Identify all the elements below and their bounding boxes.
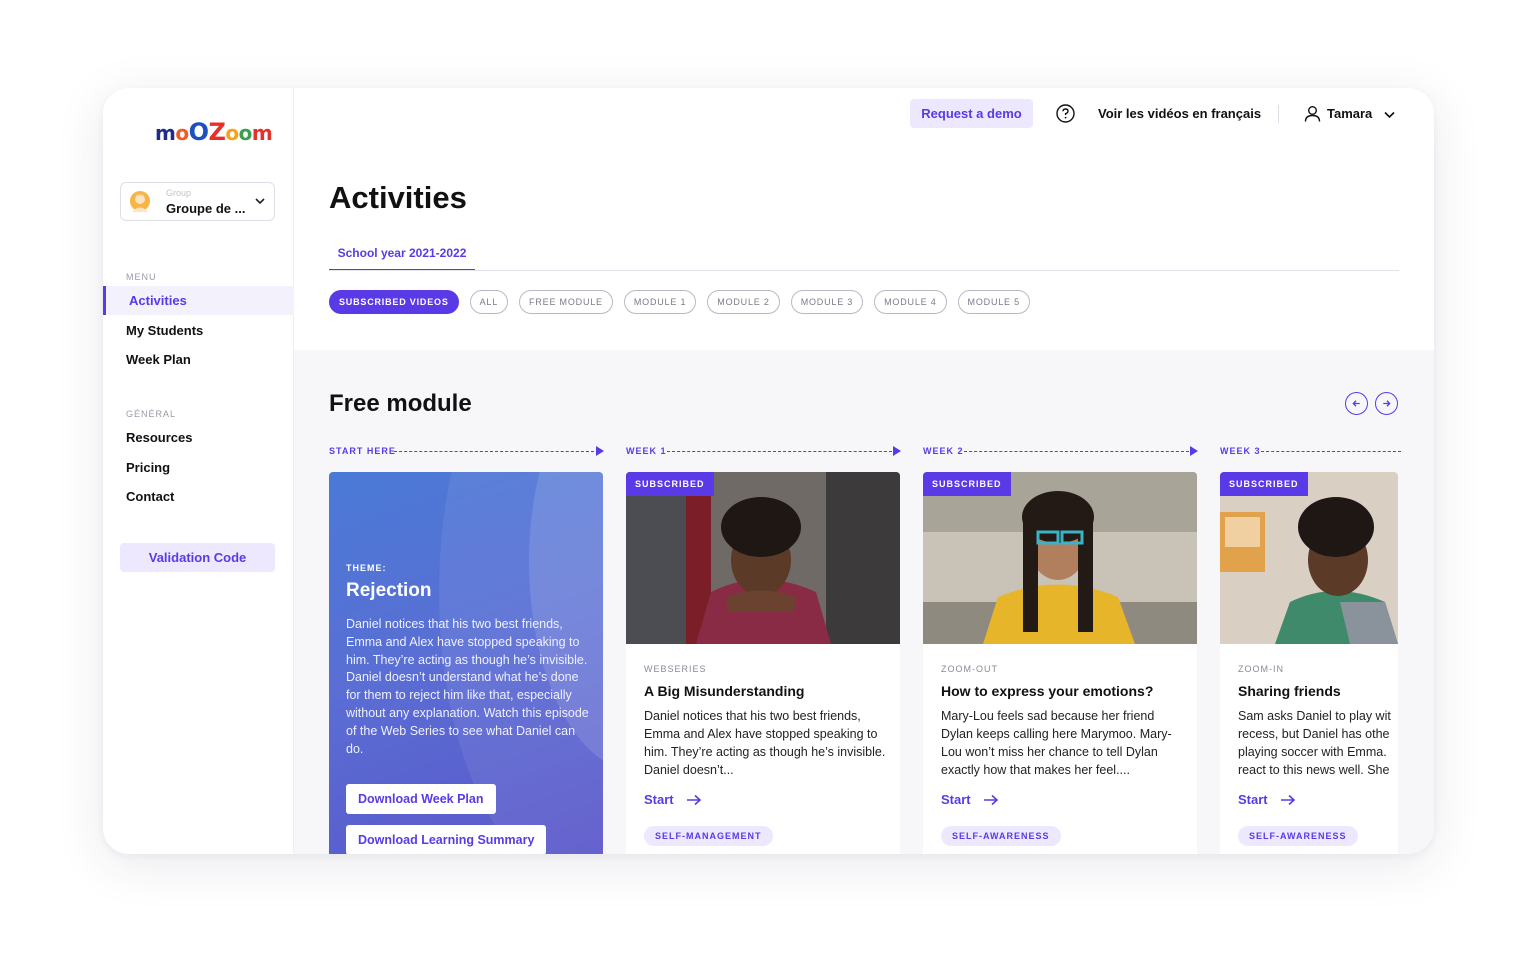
group-selector[interactable]: Group Groupe de ... [120,182,275,221]
week-label-1: WEEK 1 [626,446,667,456]
filter-module-5[interactable]: MODULE 5 [957,290,1030,314]
video-type: ZOOM-IN [1238,664,1284,674]
sidebar-item-my-students[interactable]: My Students [103,316,294,345]
video-description: Sam asks Daniel to play wit recess, but … [1238,709,1391,777]
timeline-arrow-icon [596,446,604,456]
help-icon[interactable] [1056,104,1075,123]
timeline-arrow-icon [893,446,901,456]
video-title[interactable]: A Big Misunderstanding [644,683,804,699]
video-title[interactable]: Sharing friends [1238,683,1341,699]
filter-all[interactable]: ALL [469,290,509,314]
subscribed-badge: SUBSCRIBED [923,472,1011,496]
video-type: WEBSERIES [644,664,707,674]
request-demo-button[interactable]: Request a demo [910,99,1033,128]
subscribed-badge: SUBSCRIBED [1220,472,1308,496]
timeline-dash [1261,451,1401,452]
general-section-label: GÉNÉRAL [126,409,177,419]
start-link[interactable]: Start [1238,792,1268,807]
group-field-label: Group [166,188,192,198]
video-thumbnail[interactable] [1220,472,1398,644]
sidebar-item-resources[interactable]: Resources [103,423,294,452]
skill-tag: SELF-AWARENESS [1238,826,1358,846]
week-label-start: START HERE [329,446,396,456]
chevron-down-icon [255,198,265,205]
filter-free-module[interactable]: FREE MODULE [519,290,613,314]
timeline-dash [964,451,1189,452]
arrow-right-icon[interactable] [983,794,999,806]
video-card[interactable]: SUBSCRIBED ZOOM-OUT How to express your … [923,472,1197,854]
video-card[interactable]: SUBSCRIBED WEBSERIES A Big Misunderstand… [626,472,900,854]
user-icon[interactable] [1304,105,1321,122]
sidebar-item-week-plan[interactable]: Week Plan [103,345,294,374]
video-description: Daniel notices that his two best friends… [644,709,886,777]
group-avatar-icon [130,191,150,212]
sidebar-item-activities[interactable]: Activities [103,286,294,315]
filter-module-4[interactable]: MODULE 4 [874,290,947,314]
page-title: Activities [329,180,467,215]
topbar-divider [1278,105,1279,123]
tab-school-year[interactable]: School year 2021-2022 [329,241,475,271]
group-name: Groupe de ... [166,201,246,216]
filter-module-3[interactable]: MODULE 3 [790,290,864,314]
sidebar: moOZoom Group Groupe de ... MENU Activit… [103,88,294,854]
module-title: Free module [329,390,472,417]
skill-tag: SELF-AWARENESS [941,826,1061,846]
skill-tag: SELF-MANAGEMENT [644,826,773,846]
filter-module-2[interactable]: MODULE 2 [707,290,780,314]
theme-intro-card: THEME: Rejection Daniel notices that his… [329,472,603,854]
video-description: Mary-Lou feels sad because her friend Dy… [941,709,1172,777]
video-title[interactable]: How to express your emotions? [941,683,1153,699]
menu-section-label: MENU [126,272,157,282]
module-section: Free module START HERE WEEK 1 WEEK 2 WEE… [294,350,1434,854]
theme-name: Rejection [346,580,432,601]
moozoom-logo[interactable]: moOZoom [155,118,273,146]
filter-pills: SUBSCRIBED VIDEOS ALL FREE MODULE MODULE… [329,290,1030,314]
download-learning-summary-button[interactable]: Download Learning Summary [346,825,547,854]
theme-label: THEME: [346,563,387,573]
download-week-plan-button[interactable]: Download Week Plan [346,784,496,814]
start-link[interactable]: Start [941,792,971,807]
video-thumbnail-image [626,472,900,644]
french-videos-link[interactable]: Voir les vidéos en français [1098,106,1261,121]
subscribed-badge: SUBSCRIBED [626,472,714,496]
video-thumbnail[interactable] [923,472,1197,644]
user-name[interactable]: Tamara [1327,106,1372,121]
timeline-dash [667,451,892,452]
video-thumbnail-image [1220,472,1398,644]
sidebar-item-pricing[interactable]: Pricing [103,453,294,482]
start-link[interactable]: Start [644,792,674,807]
week-label-2: WEEK 2 [923,446,964,456]
theme-description: Daniel notices that his two best friends… [346,617,589,756]
video-type: ZOOM-OUT [941,664,998,674]
sidebar-item-contact[interactable]: Contact [103,482,294,511]
carousel-next-arrow-icon[interactable] [1375,392,1398,415]
video-card[interactable]: SUBSCRIBED ZOOM-IN Sharing friends Sam a… [1220,472,1398,854]
week-label-3: WEEK 3 [1220,446,1261,456]
timeline-arrow-icon [1190,446,1198,456]
video-thumbnail[interactable] [626,472,900,644]
filter-subscribed-videos[interactable]: SUBSCRIBED VIDEOS [329,290,459,314]
timeline-dash [394,451,594,452]
tab-divider [329,270,1399,271]
validation-code-button[interactable]: Validation Code [120,543,275,572]
chevron-down-icon[interactable] [1383,108,1396,121]
arrow-right-icon[interactable] [1280,794,1296,806]
app-window: moOZoom Group Groupe de ... MENU Activit… [103,88,1434,854]
arrow-right-icon[interactable] [686,794,702,806]
video-thumbnail-image [923,472,1197,644]
filter-module-1[interactable]: MODULE 1 [623,290,697,314]
carousel-prev-arrow-icon[interactable] [1345,392,1368,415]
